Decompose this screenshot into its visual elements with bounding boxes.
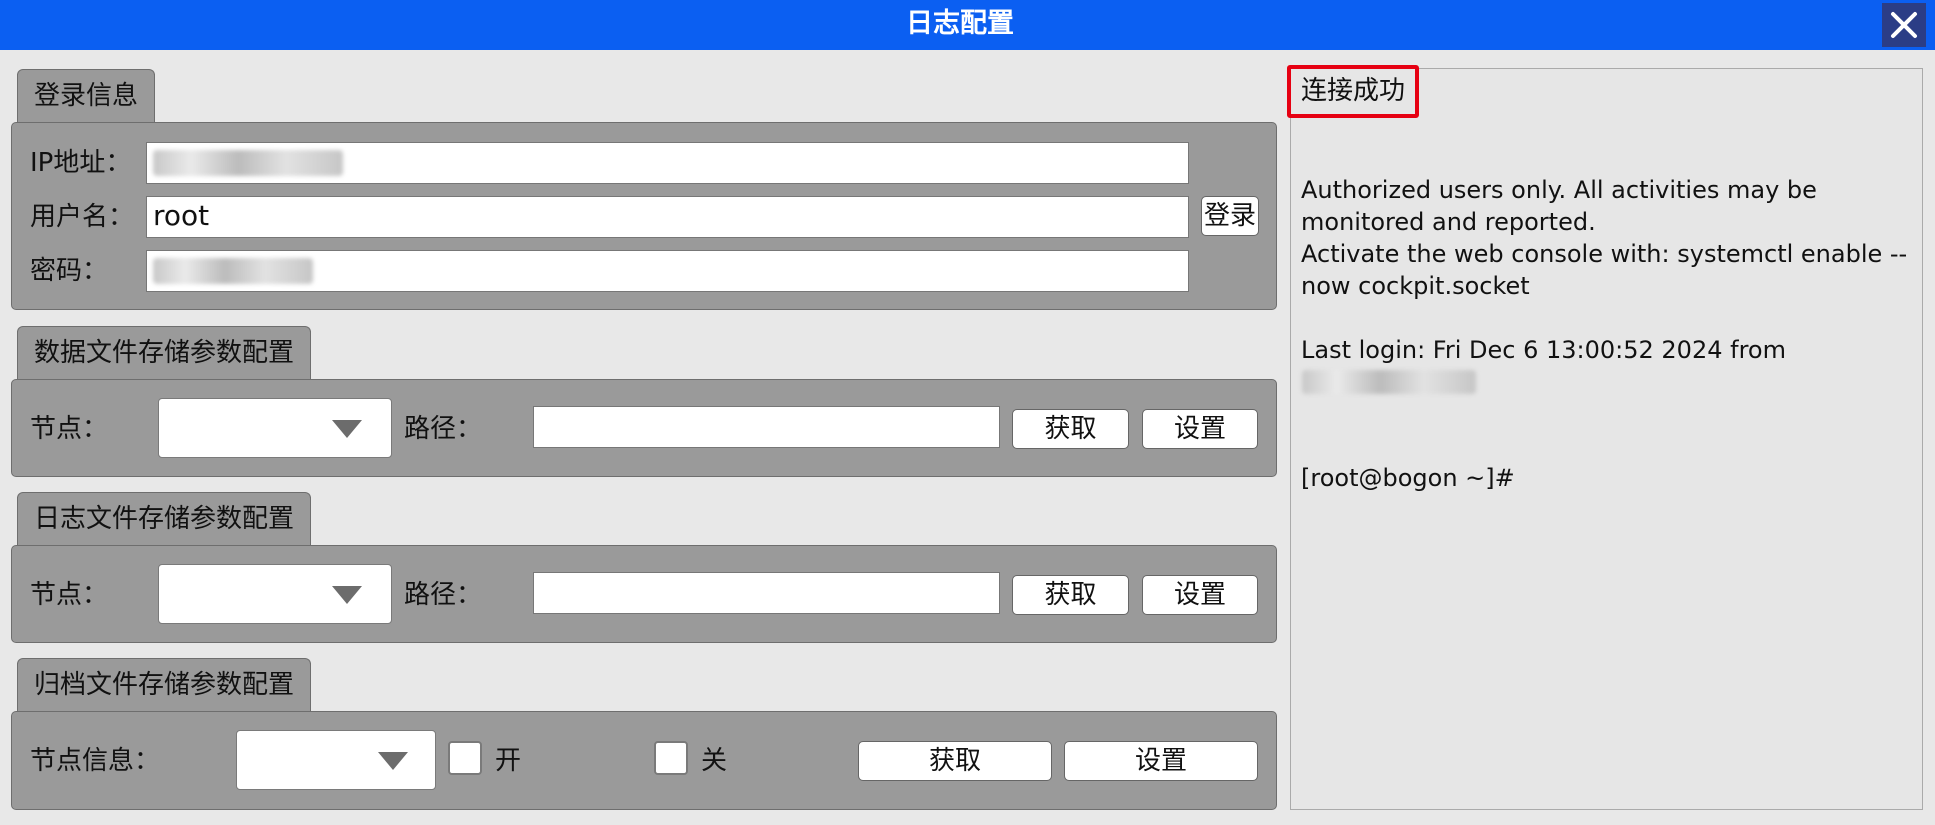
- console-line: Activate the web console with: systemctl…: [1301, 240, 1908, 268]
- connection-status: 连接成功: [1287, 65, 1419, 118]
- username-label: 用户名：: [30, 202, 135, 232]
- tab-login-info: 登录信息: [17, 69, 155, 123]
- archive-get-button[interactable]: 获取: [858, 741, 1052, 781]
- tab-archive-storage: 归档文件存储参数配置: [17, 658, 311, 712]
- on-label: 开: [495, 746, 522, 776]
- username-input[interactable]: root: [146, 196, 1189, 238]
- log-path-label: 路径：: [404, 580, 483, 610]
- login-button[interactable]: 登录: [1201, 196, 1259, 236]
- log-set-button[interactable]: 设置: [1142, 575, 1258, 615]
- redacted-ip: [153, 150, 343, 176]
- ip-input[interactable]: [146, 142, 1189, 184]
- log-path-input[interactable]: [533, 572, 1000, 614]
- console-line: Last login: Fri Dec 6 13:00:52 2024 from: [1301, 336, 1786, 364]
- console-prompt: [root@bogon ~]#: [1301, 464, 1515, 492]
- chevron-down-icon: [378, 752, 408, 770]
- archive-set-button[interactable]: 设置: [1064, 741, 1258, 781]
- console-line: monitored and reported.: [1301, 208, 1596, 236]
- title-bar: 日志配置: [0, 0, 1935, 50]
- archive-node-info-label: 节点信息：: [30, 746, 161, 776]
- ip-label: IP地址：: [30, 148, 132, 178]
- chevron-down-icon: [332, 420, 362, 438]
- log-node-select[interactable]: [158, 564, 392, 624]
- password-label: 密码：: [30, 256, 109, 286]
- close-icon: [1891, 12, 1917, 38]
- data-set-button[interactable]: 设置: [1142, 409, 1258, 449]
- data-node-select[interactable]: [158, 398, 392, 458]
- redacted-password: [153, 258, 313, 284]
- console-line: Authorized users only. All activities ma…: [1301, 176, 1817, 204]
- password-input[interactable]: [146, 250, 1189, 292]
- window-title: 日志配置: [906, 8, 1014, 39]
- data-path-input[interactable]: [533, 406, 1000, 448]
- archive-node-select[interactable]: [236, 730, 436, 790]
- chevron-down-icon: [332, 586, 362, 604]
- close-button[interactable]: [1882, 3, 1926, 47]
- data-path-label: 路径：: [404, 414, 483, 444]
- log-node-label: 节点：: [30, 580, 109, 610]
- off-checkbox[interactable]: [654, 741, 688, 775]
- data-node-label: 节点：: [30, 414, 109, 444]
- on-checkbox[interactable]: [448, 741, 482, 775]
- data-get-button[interactable]: 获取: [1012, 409, 1129, 449]
- tab-data-storage: 数据文件存储参数配置: [17, 326, 311, 380]
- tab-log-storage: 日志文件存储参数配置: [17, 492, 311, 546]
- console-line: now cockpit.socket: [1301, 272, 1530, 300]
- off-label: 关: [701, 746, 728, 776]
- redacted-host: [1302, 370, 1476, 394]
- log-get-button[interactable]: 获取: [1012, 575, 1129, 615]
